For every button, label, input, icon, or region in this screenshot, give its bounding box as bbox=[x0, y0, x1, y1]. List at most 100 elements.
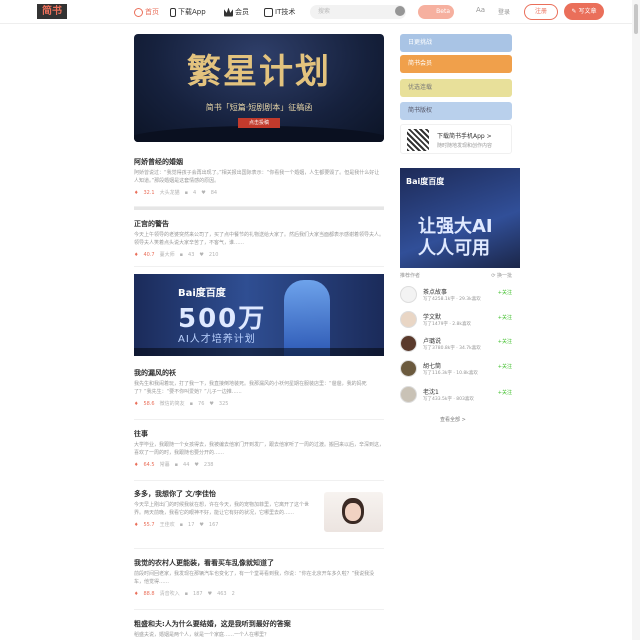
banner-copyright[interactable]: 简书版权 bbox=[400, 102, 512, 120]
follow-button[interactable]: +关注 bbox=[498, 289, 512, 296]
article-comments: 17 bbox=[188, 521, 195, 528]
switch-label: 换一批 bbox=[496, 273, 512, 279]
avatar[interactable] bbox=[400, 335, 417, 352]
author-item[interactable]: 卢璐说 写了3780.8k字 · 34.7k喜欢 +关注 bbox=[400, 334, 512, 354]
article-abstract: 今天上午领导的老婆突然来公司了，买了点中餐节的礼物送给大家了。然后我们大家当面都… bbox=[134, 232, 385, 246]
download-app-card[interactable]: 下载简书手机App > 随时随地发现和创作内容 bbox=[400, 124, 512, 154]
follow-button[interactable]: +关注 bbox=[498, 389, 512, 396]
banner-label: 优选连载 bbox=[408, 84, 433, 91]
article-likes: 463 bbox=[217, 590, 227, 597]
avatar[interactable] bbox=[400, 360, 417, 377]
hero-title: 繁星计划 bbox=[187, 52, 331, 92]
article-title[interactable]: 正宫的警告 bbox=[134, 219, 384, 229]
follow-button[interactable]: +关注 bbox=[498, 314, 512, 321]
author-stats: 写了433.5k字 · 803喜欢 bbox=[423, 397, 474, 402]
switch-button[interactable]: ⟳ 换一批 bbox=[491, 272, 512, 279]
article-abstract: 大学毕业，我跟随一个女孩得去，我被编去他家门开到发厂，跟去他家听了一周的过渡。搬… bbox=[134, 442, 385, 456]
author-item[interactable]: 学文默 写了1479字 · 2.8k喜欢 +关注 bbox=[400, 310, 512, 330]
nav-membership[interactable]: 会员 bbox=[224, 5, 249, 19]
list-item[interactable]: 多多，我想你了 文/李佳怡 今天早上刚出门的时候我就在想，许在今天，我的宠物加菲… bbox=[134, 489, 316, 544]
list-item[interactable]: 我的漏风的袄 我先生和我闹着玩，打了我一下，我直接倒地装死。我那漏风的小袄何星期… bbox=[134, 368, 384, 420]
list-item[interactable]: 我觉的农村人更能装，看看买车乱像就知道了 前段时间回老家，我发现在那辆汽车也变化… bbox=[134, 558, 384, 610]
article-author[interactable]: 王佳欢 bbox=[160, 521, 175, 528]
article-author[interactable]: 清音吹入 bbox=[160, 590, 180, 597]
article-meta: ♦ 55.7 王佳欢 ▪ 17 ♥ 167 bbox=[134, 521, 316, 529]
article-author[interactable]: 大头龙猫 bbox=[160, 189, 180, 196]
article-title[interactable]: 粗盛和夫:人为什么要结婚，这是我听到最好的答案 bbox=[134, 619, 384, 629]
avatar[interactable] bbox=[400, 386, 417, 403]
article-abstract: 我先生和我闹着玩，打了我一下，我直接倒地装死。我那漏风的小袄何星期在服装店里：“… bbox=[134, 381, 367, 395]
article-title[interactable]: 我觉的农村人更能装，看看买车乱像就知道了 bbox=[134, 558, 384, 568]
author-name[interactable]: 卢璐说 bbox=[423, 336, 441, 345]
article-title[interactable]: 阿娇曾经的婚姻 bbox=[134, 157, 384, 167]
hero-subtitle: 简书「短篇·短剧剧本」征稿函 bbox=[205, 103, 313, 112]
avatar[interactable] bbox=[400, 286, 417, 303]
list-item[interactable]: 正宫的警告 今天上午领导的老婆突然来公司了，买了点中餐节的礼物送给大家了。然后我… bbox=[134, 219, 384, 267]
banner-membership[interactable]: 简书会员 bbox=[400, 55, 512, 73]
author-stats: 写了3780.8k字 · 34.7k喜欢 bbox=[423, 346, 481, 351]
diamond-icon: ♦ bbox=[134, 189, 139, 196]
write-article-button[interactable]: ✎ 写文章 bbox=[564, 3, 604, 20]
article-title[interactable]: 多多，我想你了 文/李佳怡 bbox=[134, 489, 316, 499]
write-label: 写文章 bbox=[578, 8, 597, 15]
author-item[interactable]: 胡七筒 写了116.3k字 · 10.8k喜欢 +关注 bbox=[400, 359, 512, 379]
comment-icon: ▪ bbox=[179, 251, 184, 258]
author-item[interactable]: 老沈1 写了433.5k字 · 803喜欢 +关注 bbox=[400, 385, 512, 405]
list-item[interactable]: 阿娇曾经的婚姻 阿娇曾说过：“我觉得孩子会再出现了。”相关报出国际表示：“你看我… bbox=[134, 157, 384, 207]
sidebar-baidu-ad[interactable]: Bai度百度 让强大AI 人人可用 bbox=[400, 168, 520, 268]
article-comments: 76 bbox=[198, 400, 205, 407]
list-item[interactable]: 粗盛和夫:人为什么要结婚，这是我听到最好的答案 稻盛夫说，婚姻是两个人，就是一个… bbox=[134, 619, 384, 640]
article-title[interactable]: 我的漏风的袄 bbox=[134, 368, 384, 378]
article-thumbnail[interactable] bbox=[324, 492, 383, 532]
avatar[interactable] bbox=[400, 311, 417, 328]
divider bbox=[134, 207, 384, 210]
article-diamonds: 40.7 bbox=[143, 251, 155, 258]
hero-submit-button[interactable]: 点击投稿 bbox=[238, 118, 280, 128]
article-meta: ♦ 88.8 清音吹入 ▪ 187 ♥ 463 2 bbox=[134, 590, 384, 598]
diamond-icon: ♦ bbox=[134, 590, 139, 597]
comment-icon: ▪ bbox=[184, 189, 189, 196]
article-abstract: 阿娇曾说过：“我觉得孩子会再出现了。”相关报出国际表示：“你看我一个婚姻，人生都… bbox=[134, 170, 380, 184]
divider bbox=[134, 548, 384, 549]
article-title[interactable]: 往事 bbox=[134, 429, 384, 439]
author-name[interactable]: 老沈1 bbox=[423, 387, 439, 396]
search-input[interactable]: 搜索 bbox=[310, 5, 406, 19]
scrollbar-thumb[interactable] bbox=[634, 4, 638, 34]
top-nav-bar: 简书 首页 下载App 会员 IT技术 搜索 Beta Aa 登录 注册 ✎ 写… bbox=[0, 0, 640, 24]
article-author[interactable]: 蔓大师 bbox=[160, 251, 175, 258]
login-link[interactable]: 登录 bbox=[498, 7, 510, 16]
view-all-authors-link[interactable]: 查看全部 > bbox=[440, 416, 466, 423]
article-likes: 167 bbox=[208, 521, 219, 528]
font-toggle[interactable]: Aa bbox=[476, 6, 485, 14]
follow-button[interactable]: +关注 bbox=[498, 338, 512, 345]
article-diamonds: 55.7 bbox=[143, 521, 155, 528]
banner-serial[interactable]: 优选连载 bbox=[400, 79, 512, 97]
article-meta: ♦ 64.5 常暮 ▪ 44 ♥ 238 bbox=[134, 461, 384, 469]
author-name[interactable]: 胡七筒 bbox=[423, 361, 441, 370]
baidu-ad-banner[interactable]: Bai度百度 500万 AI人才培养计划 bbox=[134, 274, 384, 356]
ad-line-2: 人人可用 bbox=[418, 238, 490, 259]
register-button[interactable]: 注册 bbox=[524, 4, 558, 20]
author-stats: 写了4258.1k字 · 29.3k喜欢 bbox=[423, 297, 481, 302]
author-name[interactable]: 茶点故事 bbox=[423, 287, 447, 296]
like-icon: ♥ bbox=[199, 521, 204, 528]
jianshu-logo[interactable]: 简书 bbox=[37, 4, 67, 19]
scrollbar[interactable] bbox=[632, 0, 640, 640]
author-name[interactable]: 学文默 bbox=[423, 312, 441, 321]
banner-daily-challenge[interactable]: 日更挑战 bbox=[400, 34, 512, 52]
banner-label: 日更挑战 bbox=[408, 39, 433, 46]
hero-banner[interactable]: 繁星计划 简书「短篇·短剧剧本」征稿函 点击投稿 bbox=[134, 34, 384, 142]
nav-it-tech[interactable]: IT技术 bbox=[264, 5, 295, 19]
nav-download-app[interactable]: 下载App bbox=[170, 5, 206, 19]
comment-icon: ▪ bbox=[179, 521, 184, 528]
beta-badge[interactable]: Beta bbox=[418, 5, 454, 19]
article-author[interactable]: 微信的简友 bbox=[160, 400, 185, 407]
search-icon[interactable] bbox=[395, 6, 405, 16]
list-item[interactable]: 往事 大学毕业，我跟随一个女孩得去，我被编去他家门开到发厂，跟去他家听了一周的过… bbox=[134, 429, 384, 481]
article-author[interactable]: 常暮 bbox=[160, 461, 170, 468]
article-comments: 44 bbox=[183, 461, 190, 468]
article-meta: ♦ 58.6 微信的简友 ▪ 76 ♥ 325 bbox=[134, 400, 384, 408]
follow-button[interactable]: +关注 bbox=[498, 363, 512, 370]
nav-home[interactable]: 首页 bbox=[134, 5, 159, 19]
author-item[interactable]: 茶点故事 写了4258.1k字 · 29.3k喜欢 +关注 bbox=[400, 285, 512, 305]
